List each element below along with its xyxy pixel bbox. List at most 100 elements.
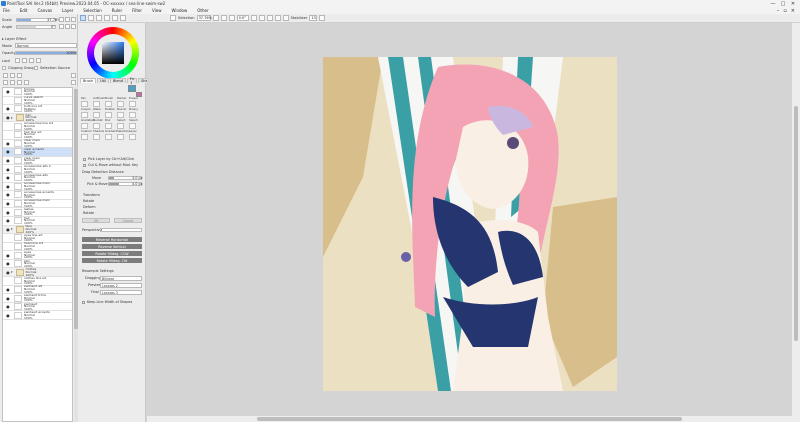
eye-icon[interactable]: ● xyxy=(5,286,11,292)
stabilizer-input[interactable]: 13 xyxy=(309,15,318,21)
reverse-horizontal-button[interactable]: Reverse Horizontal xyxy=(82,237,142,242)
undo-icon[interactable] xyxy=(88,15,94,21)
eye-icon[interactable]: ● xyxy=(5,183,11,189)
lock-all-icon[interactable] xyxy=(36,58,41,63)
eye-off-icon[interactable] xyxy=(5,243,11,249)
eye-off-icon[interactable] xyxy=(5,97,11,103)
preview-select[interactable]: Lanczos 2 xyxy=(100,283,142,288)
zoom-out-icon[interactable] xyxy=(212,15,219,21)
redo-icon[interactable] xyxy=(96,15,102,21)
color-wheel[interactable] xyxy=(87,27,139,79)
primary-color-swatch[interactable] xyxy=(128,85,136,92)
menu-selection[interactable]: Selection xyxy=(83,8,101,13)
tool-selection-icon[interactable] xyxy=(117,134,124,140)
layer-row[interactable]: ● swimsuit accents Normal 100% xyxy=(3,311,72,321)
deform-label[interactable]: Deform xyxy=(83,205,96,209)
canvas-vertical-scrollbar[interactable] xyxy=(792,23,800,422)
scale-zoom-out-icon[interactable] xyxy=(59,17,64,22)
cut-move-checkbox[interactable] xyxy=(83,163,86,167)
eye-icon[interactable]: ● xyxy=(5,140,11,146)
eye-icon[interactable]: ● xyxy=(5,106,11,112)
eye-icon[interactable]: ● xyxy=(5,192,11,198)
zoom-input[interactable]: 37.76% xyxy=(196,15,212,21)
menu-window[interactable]: Window xyxy=(172,8,188,13)
lock-move-icon[interactable] xyxy=(22,58,27,63)
eye-icon[interactable]: ● xyxy=(5,149,11,155)
rotate-reset-icon[interactable] xyxy=(71,24,76,29)
pointer-tool-icon[interactable] xyxy=(80,15,86,21)
eye-icon[interactable]: ● xyxy=(5,252,11,258)
layer-row[interactable]: ● eyes Normal 100% xyxy=(3,251,72,260)
deselect-icon[interactable] xyxy=(104,15,110,21)
new-folder-icon[interactable] xyxy=(17,73,22,78)
menu-view[interactable]: View xyxy=(152,8,162,13)
minimize-button[interactable]: — xyxy=(768,0,778,7)
new-layer-icon[interactable] xyxy=(3,73,8,78)
ok-button[interactable]: OK xyxy=(82,218,110,223)
flip-icon[interactable] xyxy=(274,15,281,21)
artwork-canvas[interactable] xyxy=(323,57,617,391)
eye-icon[interactable]: ● xyxy=(5,209,11,215)
keep-width-option[interactable]: Keep Line Width of Shapes xyxy=(82,300,132,304)
tool-layer-icon[interactable] xyxy=(129,134,136,140)
eye-icon[interactable]: ● xyxy=(5,201,11,207)
sub-minimize-icon[interactable]: – xyxy=(777,8,780,14)
rotate-cw-icon[interactable] xyxy=(65,24,70,29)
perspective-slider[interactable] xyxy=(100,228,142,232)
final-select[interactable]: Lanczos 3 xyxy=(100,290,142,295)
layer-row[interactable]: ● accessories main Normal 100% xyxy=(3,199,72,209)
clipping-checkbox[interactable] xyxy=(2,65,6,70)
rotate-cw-button[interactable]: Rotate 90deg. CW xyxy=(82,258,142,263)
eye-off-icon[interactable] xyxy=(5,132,11,138)
eye-icon[interactable]: ● xyxy=(5,158,11,164)
layer-row[interactable]: head line art Normal 100% xyxy=(3,242,72,252)
menu-ruler[interactable]: Ruler xyxy=(112,8,122,13)
color-saturation-box[interactable] xyxy=(102,42,124,64)
menu-layer[interactable]: Layer xyxy=(62,8,73,13)
tab-util[interactable]: Util xyxy=(97,78,109,83)
selection-toggle-icon[interactable] xyxy=(170,15,176,21)
zoom-reset-icon[interactable] xyxy=(228,15,235,21)
rotate-ccw-icon[interactable] xyxy=(59,24,64,29)
layer-menu-icon[interactable] xyxy=(71,73,76,78)
scale-reset-icon[interactable] xyxy=(71,17,76,22)
eye-icon[interactable]: ● xyxy=(5,175,11,181)
scale-zoom-in-icon[interactable] xyxy=(65,17,70,22)
selection-source-checkbox[interactable] xyxy=(34,65,38,70)
layer-row[interactable]: ● hair Normal 100% xyxy=(3,216,72,226)
eye-icon[interactable]: ● xyxy=(5,89,11,95)
close-button[interactable]: ✕ xyxy=(788,0,798,7)
new-linework-layer-icon[interactable] xyxy=(10,73,15,78)
menu-other[interactable]: Other xyxy=(197,8,208,13)
rotate-right-icon[interactable] xyxy=(258,15,265,21)
angle-input[interactable]: 0.0° xyxy=(236,15,249,21)
clear-layer-icon[interactable] xyxy=(17,80,22,85)
merge-down-icon[interactable] xyxy=(10,80,15,85)
layer-search-icon[interactable] xyxy=(71,80,76,85)
zoom-in-icon[interactable] xyxy=(220,15,227,21)
tab-brush[interactable]: Brush xyxy=(80,78,97,83)
canvas-area[interactable] xyxy=(147,23,792,417)
invert-selection-icon[interactable] xyxy=(112,15,118,21)
tool-gradient-icon[interactable] xyxy=(105,134,112,140)
layer-row[interactable]: ● lashes Normal 100% xyxy=(3,208,72,217)
sub-restore-icon[interactable]: ▫ xyxy=(783,8,786,14)
dragging-select[interactable]: Bilinear xyxy=(100,276,142,281)
rotate-reset-icon[interactable] xyxy=(266,15,273,21)
clipping-row[interactable]: Clipping Group xyxy=(2,65,35,70)
menu-file[interactable]: File xyxy=(3,8,10,13)
cancel-button[interactable]: Cancel xyxy=(114,218,142,223)
eye-icon[interactable]: ● xyxy=(5,304,11,310)
angle-slider[interactable] xyxy=(16,25,56,29)
eye-off-icon[interactable] xyxy=(5,123,11,129)
rotate-ccw-button[interactable]: Rotate 90deg. CCW xyxy=(82,251,142,256)
eye-icon[interactable]: ● xyxy=(5,295,11,301)
selection-source-row[interactable]: Selection Source xyxy=(34,65,70,70)
eye-icon[interactable]: ● xyxy=(5,261,11,267)
stabilizer-dropdown-icon[interactable] xyxy=(319,15,326,21)
tool-shadow-icon[interactable] xyxy=(93,134,100,140)
menu-filter[interactable]: Filter xyxy=(132,8,142,13)
menu-edit[interactable]: Edit xyxy=(20,8,28,13)
delete-layer-icon[interactable] xyxy=(24,80,29,85)
stabilizer-icon[interactable] xyxy=(282,15,289,21)
